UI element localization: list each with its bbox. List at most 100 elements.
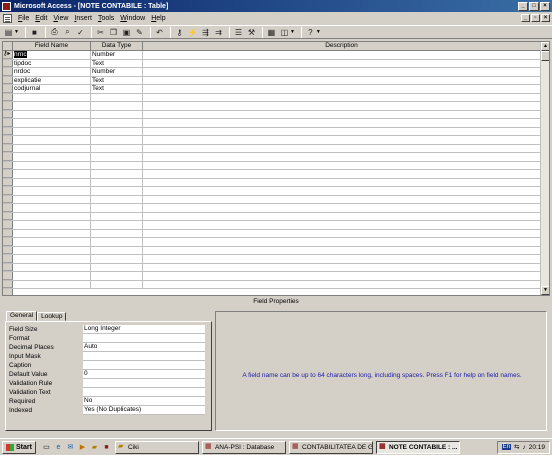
row-selector[interactable] <box>3 229 13 237</box>
data-type-cell[interactable] <box>91 178 143 186</box>
table-row[interactable] <box>3 255 541 264</box>
description-cell[interactable] <box>143 145 541 153</box>
start-button[interactable]: Start <box>2 440 36 454</box>
database-window-icon[interactable]: ▦ <box>266 27 277 38</box>
field-name-cell[interactable]: tipdoc <box>13 59 91 67</box>
table-row[interactable] <box>3 170 541 179</box>
table-row[interactable] <box>3 144 541 153</box>
row-selector[interactable] <box>3 93 13 101</box>
table-doc-icon[interactable] <box>3 13 12 23</box>
field-name-cell[interactable] <box>13 144 91 152</box>
description-cell[interactable] <box>143 213 541 221</box>
table-row[interactable] <box>3 272 541 281</box>
table-row[interactable] <box>3 187 541 196</box>
field-name-cell[interactable] <box>13 204 91 212</box>
description-cell[interactable] <box>143 221 541 229</box>
description-cell[interactable] <box>143 136 541 144</box>
property-row[interactable]: Validation Text <box>9 388 205 397</box>
maximize-button[interactable]: □ <box>529 1 539 11</box>
data-type-cell[interactable] <box>91 255 143 263</box>
row-selector[interactable] <box>3 76 13 84</box>
scroll-down-icon[interactable]: ▼ <box>541 286 549 295</box>
row-selector[interactable] <box>3 272 13 280</box>
row-selector[interactable] <box>3 153 13 161</box>
data-type-cell[interactable] <box>91 93 143 101</box>
description-cell[interactable] <box>143 153 541 161</box>
table-row[interactable] <box>3 229 541 238</box>
field-name-cell[interactable] <box>13 110 91 118</box>
description-cell[interactable] <box>143 60 541 68</box>
view-dropdown-icon[interactable]: ▼ <box>14 29 19 35</box>
data-type-cell[interactable] <box>91 170 143 178</box>
data-type-cell[interactable] <box>91 187 143 195</box>
property-row[interactable]: Input Mask <box>9 352 205 361</box>
show-desktop-icon[interactable]: ▭ <box>42 443 51 452</box>
menu-window[interactable]: Window <box>117 15 148 22</box>
taskbar-task[interactable]: ▦ NOTE CONTABILE : ... <box>375 440 460 454</box>
description-cell[interactable] <box>143 51 541 59</box>
row-selector[interactable] <box>3 127 13 135</box>
taskbar-task[interactable]: ▦ ANA-PSI : Database <box>201 440 286 454</box>
spelling-icon[interactable]: ✓ <box>75 27 86 38</box>
field-name-cell[interactable] <box>13 127 91 135</box>
field-name-cell[interactable] <box>13 263 91 271</box>
property-value[interactable] <box>83 352 205 361</box>
row-selector[interactable] <box>3 136 13 144</box>
field-name-cell[interactable] <box>13 153 91 161</box>
media-player-icon[interactable]: ▶ <box>78 443 87 452</box>
network-icon[interactable]: ⇆ <box>514 443 519 451</box>
save-icon[interactable]: ■ <box>29 27 40 38</box>
field-name-cell[interactable]: nrnc <box>13 51 91 59</box>
data-type-cell[interactable] <box>91 221 143 229</box>
description-cell[interactable] <box>143 255 541 263</box>
scroll-thumb[interactable] <box>541 51 549 61</box>
data-type-cell[interactable] <box>91 212 143 220</box>
menu-tools[interactable]: Tools <box>95 15 117 22</box>
property-row[interactable]: Caption <box>9 361 205 370</box>
row-selector[interactable] <box>3 110 13 118</box>
data-type-cell[interactable] <box>91 272 143 280</box>
access-app-icon[interactable] <box>2 1 11 11</box>
property-value[interactable]: Long Integer <box>83 325 205 334</box>
scroll-up-icon[interactable]: ▲ <box>541 42 549 51</box>
field-name-cell[interactable] <box>13 272 91 280</box>
table-row[interactable] <box>3 153 541 162</box>
print-icon[interactable]: ⎙ <box>49 27 60 38</box>
row-selector[interactable] <box>3 102 13 110</box>
row-selector[interactable] <box>3 161 13 169</box>
data-type-cell[interactable] <box>91 161 143 169</box>
minimize-button[interactable]: _ <box>518 1 528 11</box>
volume-icon[interactable]: ♪ <box>522 444 525 451</box>
description-cell[interactable] <box>143 94 541 102</box>
doc-minimize-button[interactable]: _ <box>521 14 530 22</box>
menu-file[interactable]: File <box>15 15 32 22</box>
field-name-cell[interactable] <box>13 229 91 237</box>
description-cell[interactable] <box>143 281 541 289</box>
field-name-cell[interactable]: codjurnal <box>13 85 91 93</box>
field-name-cell[interactable] <box>13 238 91 246</box>
data-type-cell[interactable]: Number <box>91 51 143 59</box>
language-indicator[interactable]: En <box>501 444 512 450</box>
data-type-cell[interactable] <box>91 263 143 271</box>
table-row[interactable]: nrdoc Number <box>3 68 541 77</box>
new-object-dropdown-icon[interactable]: ▼ <box>290 29 295 35</box>
undo-icon[interactable]: ↶ <box>154 27 165 38</box>
table-row[interactable] <box>3 204 541 213</box>
table-row[interactable] <box>3 178 541 187</box>
table-row[interactable] <box>3 195 541 204</box>
description-cell[interactable] <box>143 170 541 178</box>
table-row[interactable] <box>3 136 541 145</box>
data-type-cell[interactable]: Number <box>91 68 143 76</box>
description-cell[interactable] <box>143 230 541 238</box>
data-type-cell[interactable] <box>91 144 143 152</box>
row-selector[interactable] <box>3 255 13 263</box>
field-name-cell[interactable] <box>13 102 91 110</box>
table-row[interactable] <box>3 221 541 230</box>
description-cell[interactable] <box>143 77 541 85</box>
close-button[interactable]: × <box>540 1 550 11</box>
table-row[interactable] <box>3 119 541 128</box>
table-row[interactable] <box>3 110 541 119</box>
explorer-icon[interactable]: ▰ <box>90 443 99 452</box>
field-name-cell[interactable] <box>13 255 91 263</box>
app-icon[interactable]: ■ <box>102 443 111 452</box>
